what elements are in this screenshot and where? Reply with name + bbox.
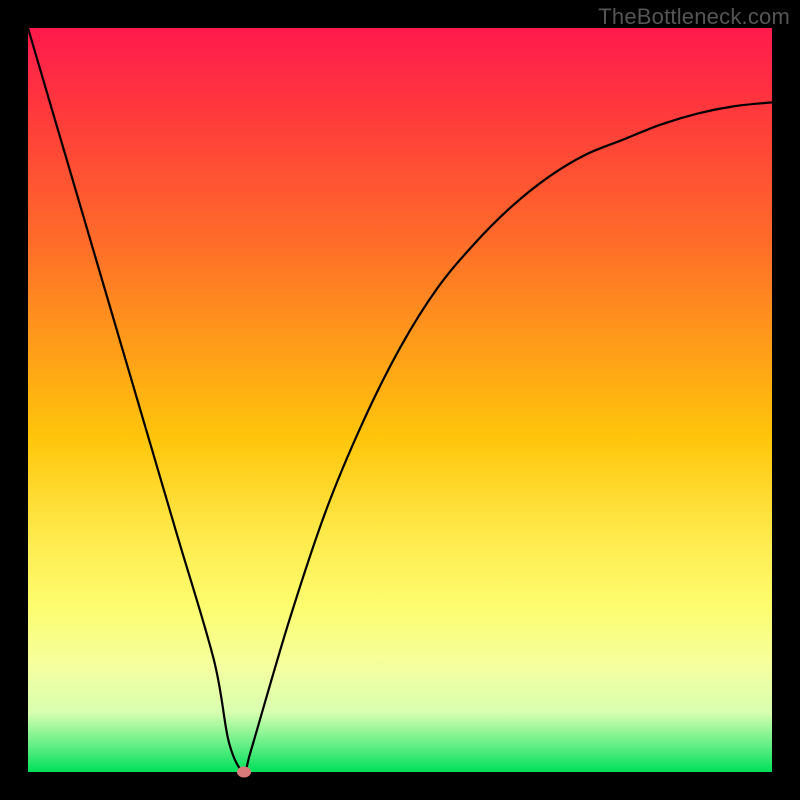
minimum-marker-icon xyxy=(237,767,251,778)
attribution-text: TheBottleneck.com xyxy=(598,4,790,30)
bottleneck-curve xyxy=(28,28,772,772)
plot-area xyxy=(28,28,772,772)
